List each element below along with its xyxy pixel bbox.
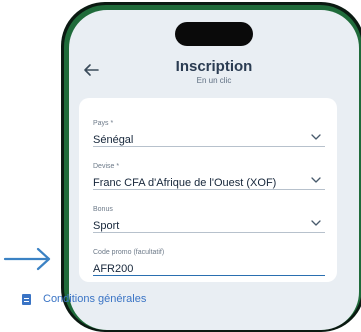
currency-select[interactable]: Franc CFA d'Afrique de l'Ouest (XOF) [93,173,325,190]
currency-field[interactable]: Devise * Franc CFA d'Afrique de l'Ouest … [93,162,325,190]
document-icon [22,293,31,305]
chevron-down-icon [311,220,321,226]
arrow-right-icon [3,247,51,271]
promo-code-label: Code promo (facultatif) [93,249,165,256]
bonus-select[interactable]: Sport [93,216,325,233]
country-select[interactable]: Sénégal [93,130,325,147]
page-title: Inscription [175,58,253,75]
registration-form-card: Pays * Sénégal Devise * Franc CFA d'Afri… [79,98,337,282]
country-label: Pays * [93,120,114,127]
currency-value: Franc CFA d'Afrique de l'Ouest (XOF) [93,177,277,189]
bonus-value: Sport [93,220,120,232]
bonus-label: Bonus [93,206,113,213]
chevron-down-icon [311,177,321,183]
phone-screen: Inscription En un clic Pays * Sénégal De… [69,10,359,330]
promo-code-value: AFR200 [93,263,134,275]
conditions-label: Conditions générales [43,293,147,305]
promo-code-field[interactable]: Code promo (facultatif) AFR200 [93,248,325,276]
conditions-link[interactable]: Conditions générales [22,293,146,305]
country-field[interactable]: Pays * Sénégal [93,119,325,147]
country-value: Sénégal [93,134,134,146]
page-subtitle: En un clic [196,76,232,85]
chevron-down-icon [311,134,321,140]
currency-label: Devise * [93,163,120,170]
dynamic-island [175,22,253,46]
bonus-field[interactable]: Bonus Sport [93,205,325,233]
promo-code-input[interactable]: AFR200 [93,259,325,276]
